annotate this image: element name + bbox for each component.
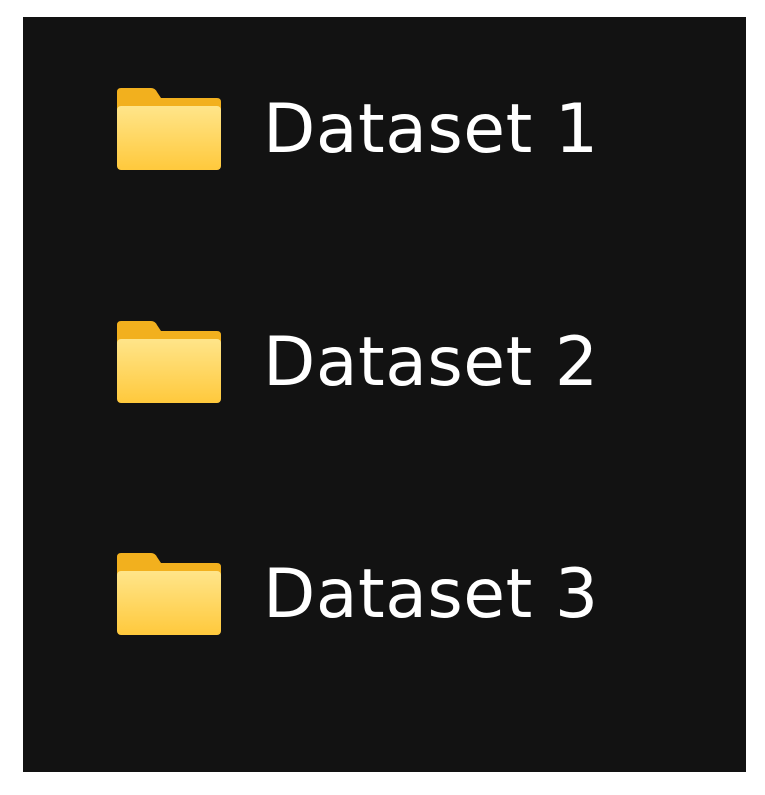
folder-item-dataset-1[interactable]: Dataset 1 [113, 80, 713, 180]
folder-icon [117, 321, 221, 403]
folder-icon [117, 88, 221, 170]
folder-item-dataset-2[interactable]: Dataset 2 [113, 313, 713, 413]
folder-label: Dataset 3 [263, 555, 599, 634]
folder-icon [117, 553, 221, 635]
folder-label: Dataset 1 [263, 90, 599, 169]
folder-item-dataset-3[interactable]: Dataset 3 [113, 545, 713, 645]
folder-label: Dataset 2 [263, 323, 599, 402]
folder-list-panel: Dataset 1 Dataset 2 Dataset 3 [23, 17, 746, 772]
